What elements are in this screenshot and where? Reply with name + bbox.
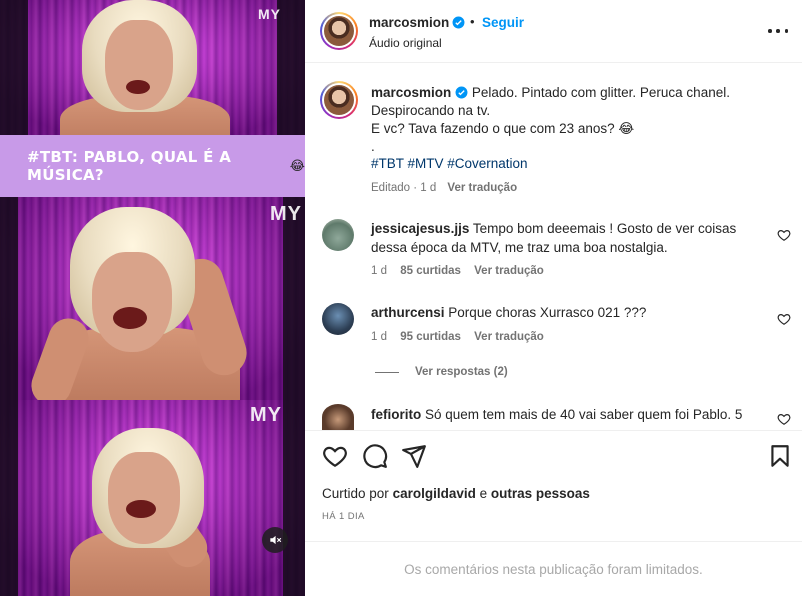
caption-line-4: .	[371, 139, 375, 154]
comment-text: Tempo bom deeemais ! Gosto de ver coisas	[472, 221, 737, 236]
caption-username[interactable]: marcosmion	[371, 85, 451, 100]
comment-meta: 1 d 85 curtidas Ver tradução	[371, 265, 544, 277]
avatar[interactable]	[322, 404, 354, 430]
like-comment-heart-icon[interactable]	[777, 412, 791, 426]
comment-username[interactable]: fefiorito	[371, 407, 421, 422]
comment-bubble-icon[interactable]	[362, 443, 388, 469]
caption-line-2: Despirocando na tv.	[371, 103, 491, 118]
see-translation-link[interactable]: Ver tradução	[447, 182, 517, 194]
comment-likes[interactable]: 95 curtidas	[400, 331, 461, 343]
share-paper-plane-icon[interactable]	[401, 443, 427, 469]
mtv-watermark: MY	[270, 203, 302, 225]
post-header: marcosmion • Seguir Áudio original	[305, 0, 802, 63]
liked-by: Curtido por carolgildavid e outras pesso…	[322, 486, 590, 501]
comments-limited-notice: Os comentários nesta publicação foram li…	[305, 541, 802, 596]
comment-username[interactable]: arthurcensi	[371, 305, 445, 320]
audio-link[interactable]: Áudio original	[369, 36, 442, 50]
comment-text: dessa época da MTV, me traz uma boa nost…	[371, 240, 668, 255]
banner-text: #TBT: PABLO, QUAL É A MÚSICA?	[27, 148, 232, 184]
comment-jessicajesus: jessicajesus.jjs Tempo bom deeemais ! Go…	[371, 219, 751, 257]
comment-fefiorito: fefiorito Só quem tem mais de 40 vai sab…	[371, 405, 751, 424]
header-username[interactable]: marcosmion	[369, 15, 449, 30]
liked-prefix: Curtido por	[322, 486, 389, 501]
comment-username[interactable]: jessicajesus.jjs	[371, 221, 469, 236]
comment-text: Só quem tem mais de 40 vai saber quem fo…	[425, 407, 743, 422]
avatar[interactable]	[320, 12, 358, 50]
caption: marcosmion Pelado. Pintado com glitter. …	[371, 84, 751, 156]
separator-dot: •	[470, 14, 475, 29]
caption-hashtags[interactable]: #TBT #MTV #Covernation	[371, 156, 528, 171]
like-comment-heart-icon[interactable]	[777, 312, 791, 326]
liked-others-link[interactable]: outras pessoas	[491, 486, 590, 501]
verified-badge-icon	[455, 86, 468, 99]
comment-age: 1 d	[371, 331, 387, 343]
caption-avatar[interactable]	[320, 81, 358, 119]
liked-and: e	[479, 486, 488, 501]
save-bookmark-icon[interactable]	[767, 443, 793, 469]
liked-user-link[interactable]: carolgildavid	[393, 486, 476, 501]
video-caption-banner: #TBT: PABLO, QUAL É A MÚSICA? 😂	[0, 135, 305, 197]
follow-button[interactable]: Seguir	[482, 15, 524, 30]
caption-meta: Editado · 1 d Ver tradução	[371, 182, 517, 194]
post-actions: Curtido por carolgildavid e outras pesso…	[305, 430, 802, 540]
like-comment-heart-icon[interactable]	[777, 228, 791, 242]
view-replies-label: Ver respostas (2)	[415, 366, 508, 378]
video-frame-3: MY	[0, 400, 305, 596]
video-frame-2: MY	[0, 197, 305, 400]
caption-line-3: E vc? Tava fazendo o que com 23 anos? 😂	[371, 121, 635, 136]
edited-label: Editado · 1 d	[371, 182, 437, 194]
laughing-emoji-icon: 😂	[289, 158, 305, 173]
view-replies-button[interactable]: Ver respostas (2)	[375, 366, 508, 378]
caption-line-1: Pelado. Pintado com glitter. Peruca chan…	[471, 85, 730, 100]
comment-meta: 1 d 95 curtidas Ver tradução	[371, 331, 544, 343]
post-timestamp[interactable]: HÁ 1 DIA	[322, 511, 365, 522]
comment-translate-link[interactable]: Ver tradução	[474, 265, 544, 277]
post-media-video[interactable]: MY #TBT: PABLO, QUAL É A MÚSICA? 😂 MY MY	[0, 0, 305, 596]
avatar[interactable]	[322, 303, 354, 335]
avatar[interactable]	[322, 219, 354, 251]
comment-text: Porque choras Xurrasco 021 ???	[448, 305, 647, 320]
more-options-icon[interactable]	[768, 22, 788, 40]
post-details-panel: marcosmion • Seguir Áudio original marco…	[305, 0, 802, 596]
verified-badge-icon	[452, 16, 465, 29]
comment-translate-link[interactable]: Ver tradução	[474, 331, 544, 343]
video-frame-1: MY	[0, 0, 305, 135]
like-heart-icon[interactable]	[322, 443, 348, 469]
comment-likes[interactable]: 85 curtidas	[400, 265, 461, 277]
comment-age: 1 d	[371, 265, 387, 277]
mute-button[interactable]	[262, 527, 288, 553]
mtv-watermark: MY	[250, 404, 282, 426]
mtv-watermark: MY	[258, 6, 281, 22]
comment-arthurcensi: arthurcensi Porque choras Xurrasco 021 ?…	[371, 303, 751, 322]
speaker-muted-icon	[270, 535, 282, 545]
